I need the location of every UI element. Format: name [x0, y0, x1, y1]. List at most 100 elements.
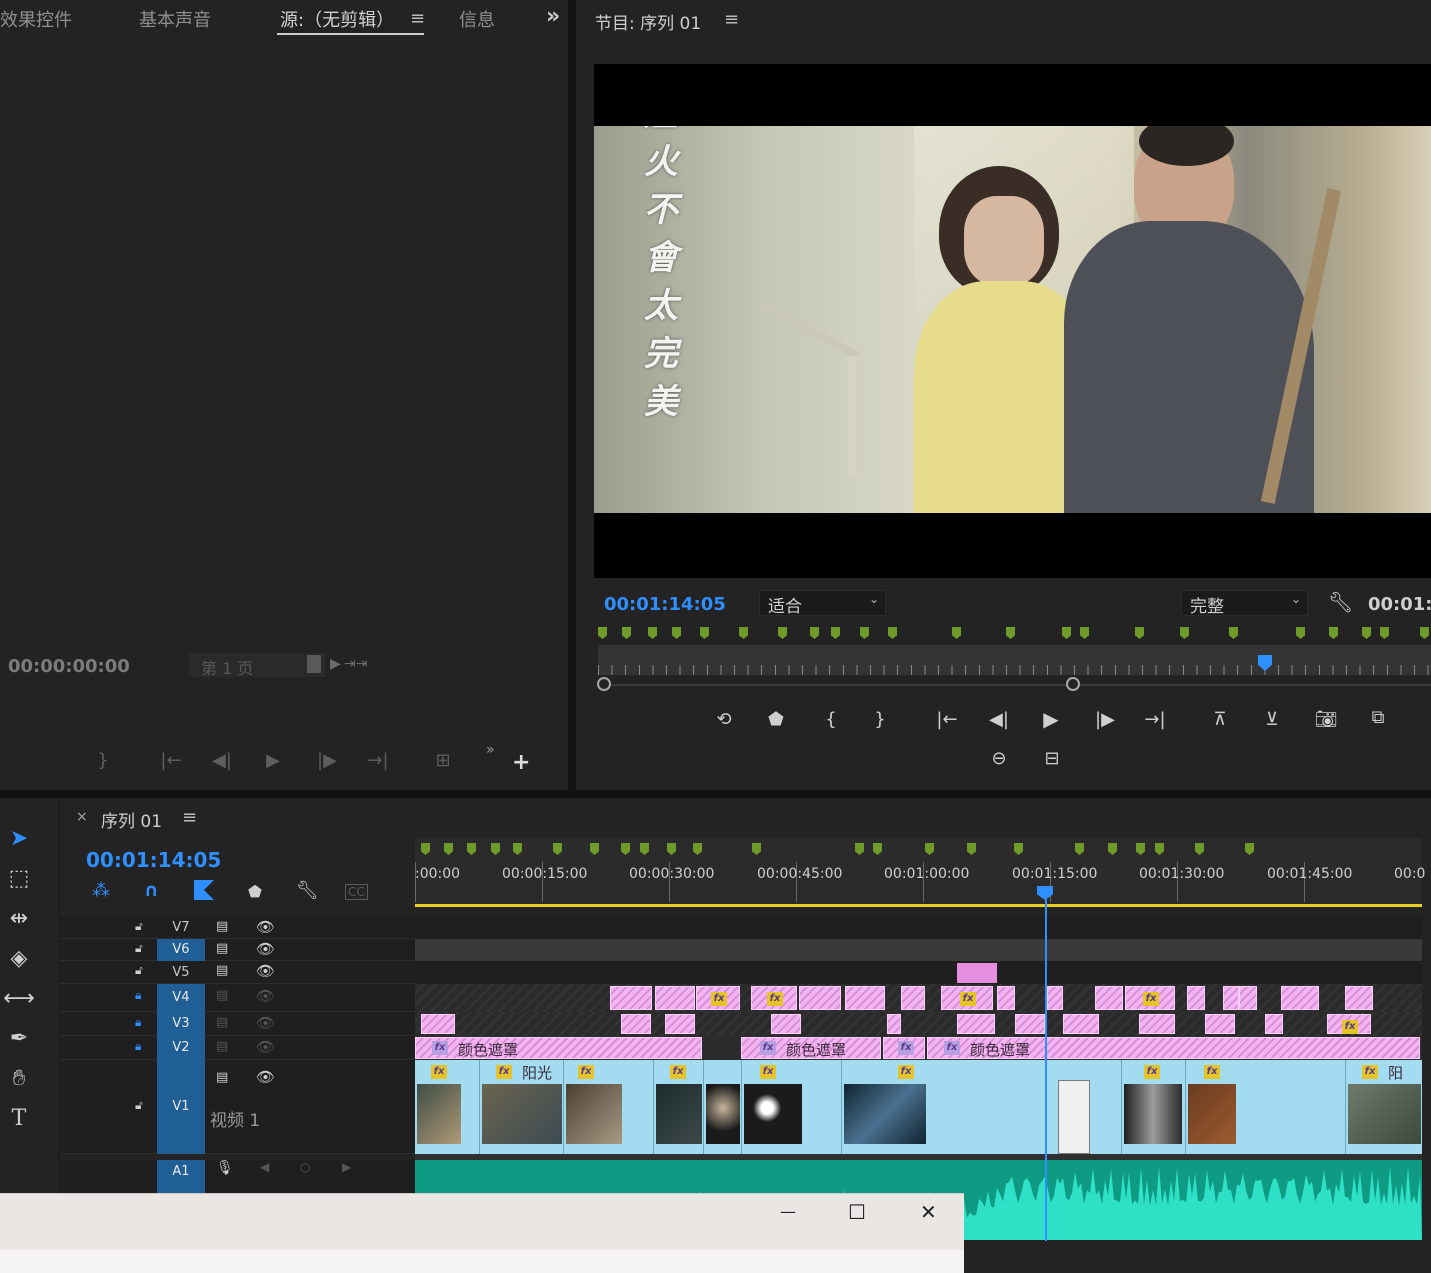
razor-tool-icon[interactable]: ◈ [2, 946, 36, 978]
track-select-tool-icon[interactable]: ⬚ [2, 866, 36, 898]
keyframe-add-icon[interactable]: ○ [300, 1160, 310, 1174]
marker[interactable] [640, 843, 649, 855]
timeline-menu-icon[interactable]: ≡ [182, 807, 197, 828]
video-clip[interactable]: fx 阳光 [479, 1060, 563, 1154]
work-area-bar[interactable] [415, 904, 1422, 907]
go-to-in-icon[interactable]: |← [930, 709, 964, 730]
step-back-icon[interactable]: ◀| [205, 750, 239, 771]
ripple-edit-tool-icon[interactable]: ⇹ [2, 906, 36, 938]
marker[interactable] [1062, 627, 1071, 639]
adjustment-clip[interactable] [621, 1014, 651, 1034]
program-ruler[interactable] [598, 645, 1431, 675]
adjustment-clip[interactable] [997, 986, 1015, 1010]
timeline-timecode[interactable]: 00:01:14:05 [86, 848, 221, 872]
marker[interactable] [1006, 627, 1015, 639]
marker[interactable] [598, 627, 607, 639]
adjustment-clip[interactable] [1223, 986, 1239, 1010]
tab-effect-controls[interactable]: 效果控件 [0, 6, 72, 32]
close-sequence-icon[interactable]: × [76, 809, 88, 825]
comparison-view-icon[interactable]: ⧉ [1361, 707, 1395, 728]
step-back-icon[interactable]: ◀| [982, 709, 1016, 730]
marker[interactable] [1155, 843, 1164, 855]
toggle-sync-icon[interactable]: ▤ [216, 988, 228, 1003]
marker[interactable] [1329, 627, 1338, 639]
marker[interactable] [860, 627, 869, 639]
marker[interactable] [553, 843, 562, 855]
track-header-v3[interactable]: 🔒︎ V3 ▤ 👁︎ [60, 1012, 415, 1036]
adjustment-clip[interactable] [1047, 986, 1063, 1010]
wrench-icon[interactable]: 🔧︎ [1328, 590, 1353, 614]
adjustment-clip[interactable] [1095, 986, 1123, 1010]
video-clip[interactable]: fx [741, 1060, 803, 1154]
quality-select[interactable]: 完整 ⌄ [1181, 590, 1308, 617]
sequence-tab[interactable]: 序列 01 [101, 807, 162, 832]
lane-v3[interactable]: fx [415, 1012, 1422, 1036]
timeline-settings-wrench-icon[interactable]: 🔧︎ [296, 880, 319, 901]
video-clip[interactable]: fx [1121, 1060, 1183, 1154]
go-to-in-icon[interactable]: |← [154, 750, 188, 771]
multi-camera-icon[interactable]: ⊟ [1035, 748, 1069, 769]
add-button-icon[interactable]: + [512, 750, 530, 775]
marker[interactable] [590, 843, 599, 855]
adjustment-clip[interactable] [1187, 986, 1205, 1010]
mark-in-icon[interactable]: { [814, 709, 848, 730]
marker[interactable] [967, 843, 976, 855]
lane-v6[interactable] [415, 939, 1422, 961]
tab-essential-sound[interactable]: 基本声音 [139, 6, 211, 32]
zoom-bar[interactable] [598, 684, 1431, 686]
track-header-v7[interactable]: 🔓︎ V7 ▤ 👁︎ [60, 917, 415, 939]
captions-icon[interactable]: CC [345, 884, 368, 900]
marker[interactable] [1080, 627, 1089, 639]
video-clip[interactable]: fx 阳 [1345, 1060, 1422, 1154]
marker[interactable] [513, 843, 522, 855]
play-small-icon[interactable]: ▶ [330, 656, 341, 672]
track-header-v5[interactable]: 🔓︎ V5 ▤ 👁︎ [60, 961, 415, 984]
marker[interactable] [873, 843, 882, 855]
lock-icon[interactable]: 🔓︎ [135, 1098, 143, 1113]
adjustment-clip[interactable]: fx [751, 986, 797, 1010]
vr-video-icon[interactable]: ⊖ [982, 748, 1016, 769]
eye-icon[interactable]: 👁︎ [256, 918, 275, 936]
adjustment-clip[interactable] [655, 986, 695, 1010]
marker[interactable] [1362, 627, 1371, 639]
toggle-sync-icon[interactable]: ▤ [216, 963, 228, 978]
zoom-handle-right[interactable] [1066, 677, 1080, 691]
page-selector[interactable]: 第 1 页 [189, 653, 325, 678]
lane-v5[interactable] [415, 961, 1422, 984]
step-forward-icon[interactable]: |▶ [1088, 709, 1122, 730]
lane-v2[interactable]: fx 颜色遮罩 fx 颜色遮罩 fx fx 颜色遮罩 [415, 1036, 1422, 1060]
step-forward-icon[interactable]: |▶ [310, 750, 344, 771]
playhead-line[interactable] [1045, 898, 1047, 1241]
marker[interactable] [925, 843, 934, 855]
fast-forward-icon[interactable]: ⇥⇥ [344, 656, 367, 672]
lock-closed-icon[interactable]: 🔒︎ [135, 1039, 141, 1054]
export-frame-icon[interactable]: 📷︎ [1309, 709, 1343, 730]
source-menu-icon[interactable]: ≡ [410, 8, 425, 29]
add-marker-icon[interactable]: ⬟ [248, 882, 262, 901]
extract-icon[interactable]: ⊻ [1255, 709, 1289, 730]
program-timecode[interactable]: 00:01:14:05 [604, 594, 726, 615]
track-header-v6[interactable]: 🔓︎ V6 ▤ 👁︎ [60, 939, 415, 961]
lock-closed-icon[interactable]: 🔒︎ [135, 1015, 141, 1030]
marker[interactable] [700, 627, 709, 639]
adjustment-clip[interactable]: fx [941, 986, 993, 1010]
adjustment-clip[interactable] [421, 1014, 455, 1034]
minimize-icon[interactable]: — [780, 1202, 796, 1221]
lock-icon[interactable]: 🔓︎ [135, 941, 143, 956]
eye-icon[interactable]: 👁︎ [256, 962, 275, 980]
toggle-sync-icon[interactable]: ▤ [216, 941, 228, 956]
lift-icon[interactable]: ⊼ [1203, 709, 1237, 730]
adjustment-clip[interactable] [1281, 986, 1319, 1010]
program-title[interactable]: 节目: 序列 01 [595, 9, 701, 34]
color-matte-clip[interactable]: fx 颜色遮罩 [927, 1037, 1420, 1059]
marker[interactable] [667, 843, 676, 855]
adjustment-clip[interactable] [1015, 1014, 1045, 1034]
marker[interactable] [831, 627, 840, 639]
marker[interactable] [1245, 843, 1254, 855]
adjustment-clip[interactable] [665, 1014, 695, 1034]
adjustment-clip[interactable] [1265, 1014, 1283, 1034]
adjustment-clip[interactable] [887, 1014, 901, 1034]
marker[interactable] [1135, 627, 1144, 639]
snap-nested-icon[interactable]: ⁂ [92, 880, 110, 901]
marker[interactable] [1420, 627, 1429, 639]
